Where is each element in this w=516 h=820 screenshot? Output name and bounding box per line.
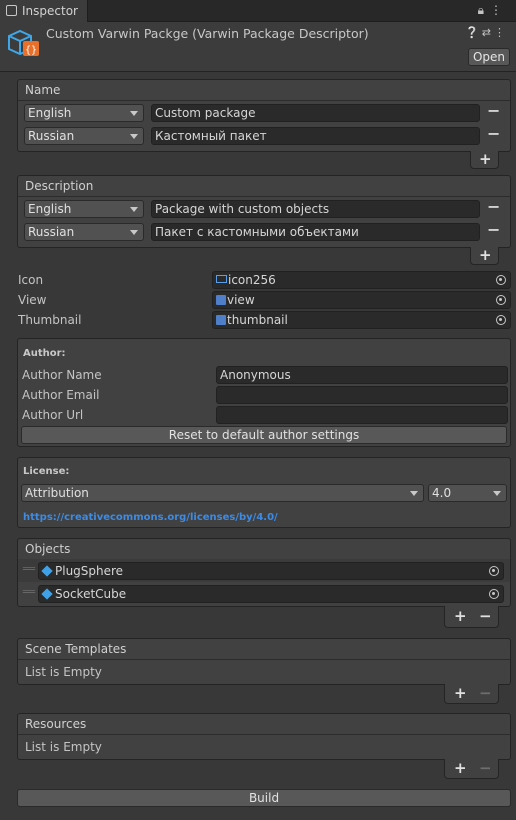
description-value-field[interactable]: Package with custom objects — [151, 200, 480, 218]
chevron-down-icon — [493, 491, 501, 496]
object-picker-icon[interactable] — [496, 315, 506, 325]
object-picker-icon[interactable] — [489, 566, 499, 576]
author-heading: Author: — [23, 348, 66, 359]
author-url-label: Author Url — [22, 408, 84, 422]
texture-icon — [216, 315, 226, 325]
description-language-dropdown[interactable]: Russian — [24, 223, 144, 241]
description-language-dropdown[interactable]: English — [24, 200, 144, 218]
remove-object-button[interactable]: − — [479, 607, 492, 625]
object-field[interactable]: SocketCube — [38, 585, 504, 603]
name-language-dropdown[interactable]: English — [24, 104, 144, 122]
resources-empty: List is Empty — [25, 740, 102, 754]
prefab-icon — [41, 565, 53, 577]
package-icon: {} — [8, 29, 39, 56]
info-icon — [6, 5, 17, 16]
menu-icon[interactable]: ⋮ — [490, 3, 508, 17]
reset-author-button[interactable]: Reset to default author settings — [21, 426, 507, 444]
author-email-field[interactable] — [216, 386, 508, 404]
add-scene-template-button[interactable]: + — [454, 684, 467, 702]
thumbnail-object-field[interactable]: thumbnail — [212, 311, 511, 329]
author-url-field[interactable] — [216, 406, 508, 424]
object-picker-icon[interactable] — [496, 275, 506, 285]
tab-inspector[interactable]: Inspector — [0, 0, 88, 22]
scene-templates-empty: List is Empty — [25, 665, 102, 679]
icon-object-field[interactable]: icon256 — [212, 271, 511, 289]
view-label: View — [18, 293, 47, 307]
chevron-down-icon — [130, 207, 138, 212]
license-heading: License: — [23, 466, 70, 477]
object-picker-icon[interactable] — [496, 295, 506, 305]
object-field[interactable]: PlugSphere — [38, 562, 504, 580]
prefab-icon — [41, 588, 53, 600]
svg-text:{}: {} — [25, 45, 37, 56]
settings-sliders-icon[interactable]: ⇄ — [482, 26, 494, 39]
remove-scene-template-button[interactable]: − — [479, 684, 492, 702]
name-list-label: Name — [25, 83, 61, 97]
drag-handle-icon[interactable]: ══ — [23, 564, 35, 575]
name-value-field[interactable]: Custom package — [151, 104, 480, 122]
resources-label: Resources — [25, 717, 87, 731]
scene-templates-footer: + − — [444, 684, 499, 704]
chevron-down-icon — [130, 230, 138, 235]
sprite-icon — [216, 275, 227, 283]
more-icon[interactable]: ⋮ — [494, 26, 508, 39]
add-description-button[interactable]: + — [470, 246, 499, 265]
add-object-button[interactable]: + — [454, 607, 467, 625]
open-button[interactable]: Open — [468, 48, 510, 66]
remove-resource-button[interactable]: − — [479, 759, 492, 777]
header-icons: ❔⇄⋮ — [465, 26, 508, 39]
resources-footer: + − — [444, 759, 499, 779]
license-version-dropdown[interactable]: 4.0 — [428, 484, 507, 502]
tab-label: Inspector — [22, 4, 78, 18]
add-name-button[interactable]: + — [470, 150, 499, 169]
object-title: Custom Varwin Packge (Varwin Package Des… — [46, 26, 369, 41]
add-resource-button[interactable]: + — [454, 759, 467, 777]
texture-icon — [216, 295, 226, 305]
build-button[interactable]: Build — [17, 789, 511, 807]
remove-row-button[interactable]: − — [487, 101, 500, 120]
objects-list-label: Objects — [25, 542, 71, 556]
description-list-label: Description — [25, 179, 94, 193]
drag-handle-icon[interactable]: ══ — [23, 587, 35, 598]
chevron-down-icon — [130, 111, 138, 116]
license-link[interactable]: https://creativecommons.org/licenses/by/… — [23, 512, 278, 523]
license-type-dropdown[interactable]: Attribution — [21, 484, 424, 502]
tab-icons: 🔒︎⋮ — [478, 3, 508, 18]
help-icon[interactable]: ❔ — [465, 26, 482, 39]
view-object-field[interactable]: view — [212, 291, 511, 309]
author-name-field[interactable]: Anonymous — [216, 366, 508, 384]
icon-label: Icon — [18, 273, 44, 287]
chevron-down-icon — [130, 134, 138, 139]
author-name-label: Author Name — [22, 368, 102, 382]
name-language-dropdown[interactable]: Russian — [24, 127, 144, 145]
thumbnail-label: Thumbnail — [18, 313, 82, 327]
author-email-label: Author Email — [22, 388, 100, 402]
object-picker-icon[interactable] — [489, 589, 499, 599]
remove-row-button[interactable]: − — [487, 124, 500, 143]
remove-row-button[interactable]: − — [487, 220, 500, 239]
name-value-field[interactable]: Кастомный пакет — [151, 127, 480, 145]
lock-icon[interactable]: 🔒︎ — [478, 3, 490, 17]
description-value-field[interactable]: Пакет с кастомными объектами — [151, 223, 480, 241]
tab-bar: Inspector 🔒︎⋮ — [0, 0, 516, 22]
scene-templates-label: Scene Templates — [25, 642, 127, 656]
chevron-down-icon — [410, 491, 418, 496]
objects-footer: + − — [444, 606, 499, 628]
remove-row-button[interactable]: − — [487, 197, 500, 216]
